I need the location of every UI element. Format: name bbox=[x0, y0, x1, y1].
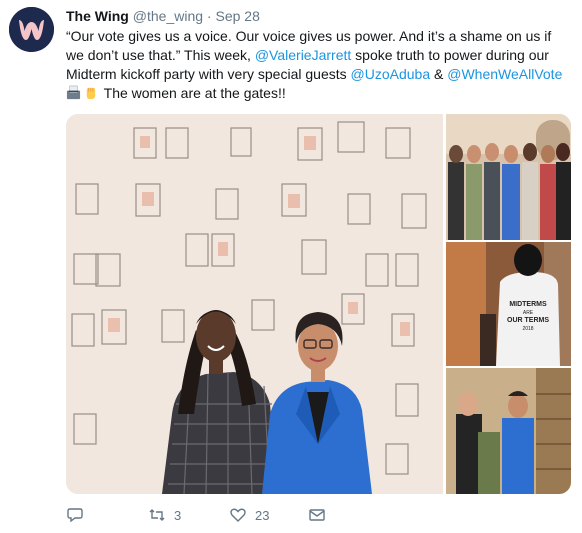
reply-icon bbox=[67, 508, 83, 523]
tweet-header: The Wing @the_wing · Sep 28 bbox=[66, 8, 260, 24]
tweet-actions: 3 23 bbox=[66, 506, 366, 528]
retweet-icon bbox=[149, 509, 165, 521]
separator: · bbox=[206, 8, 212, 24]
text-segment: The women are at the gates!! bbox=[100, 85, 286, 101]
retweet-count: 3 bbox=[174, 507, 182, 523]
tweet-text: “Our vote gives us a voice. Our voice gi… bbox=[66, 27, 572, 103]
shirt-text-line1: MIDTERMS bbox=[509, 301, 547, 308]
mention-uzo-aduba[interactable]: @UzoAduba bbox=[351, 66, 431, 82]
text-segment: & bbox=[430, 66, 448, 82]
display-name[interactable]: The Wing bbox=[66, 8, 129, 24]
raised-fist-icon bbox=[86, 87, 96, 100]
ballot-box-icon bbox=[66, 85, 81, 100]
reply-button[interactable] bbox=[66, 506, 84, 524]
wing-logo-icon bbox=[9, 7, 54, 52]
like-count: 23 bbox=[255, 507, 270, 523]
photo-shirt[interactable]: MIDTERMS ARE OUR TERMS 2018 bbox=[446, 242, 571, 366]
photo-handshake[interactable] bbox=[446, 368, 571, 494]
photo-grid: MIDTERMS ARE OUR TERMS 2018 bbox=[66, 114, 571, 494]
mention-valerie-jarrett[interactable]: @ValerieJarrett bbox=[255, 47, 351, 63]
mention-when-we-all-vote[interactable]: @WhenWeAllVote bbox=[447, 66, 562, 82]
shirt-text-line4: 2018 bbox=[522, 326, 533, 332]
heart-icon bbox=[230, 508, 246, 522]
photo-main[interactable] bbox=[66, 114, 444, 494]
user-handle[interactable]: @the_wing bbox=[133, 8, 203, 24]
tweet-date[interactable]: Sep 28 bbox=[215, 8, 259, 24]
envelope-icon bbox=[309, 509, 325, 521]
shirt-text-line2: ARE bbox=[523, 310, 534, 316]
photo-group[interactable] bbox=[446, 114, 571, 240]
direct-message-button[interactable] bbox=[308, 506, 326, 524]
avatar[interactable] bbox=[9, 7, 54, 52]
retweet-button[interactable]: 3 bbox=[148, 506, 181, 524]
like-button[interactable]: 23 bbox=[229, 506, 269, 524]
shirt-text-line3: OUR TERMS bbox=[507, 317, 549, 324]
